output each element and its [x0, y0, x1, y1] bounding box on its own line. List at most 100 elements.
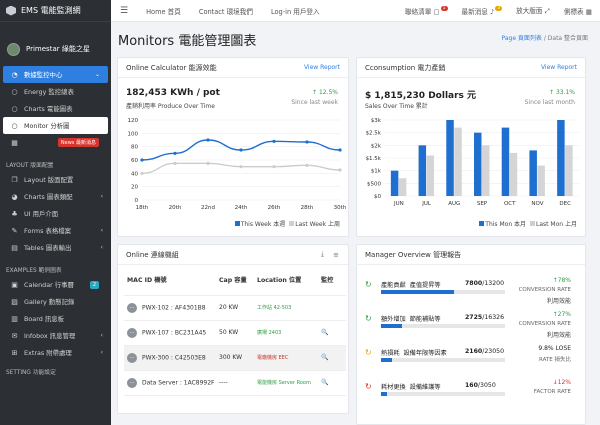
- contacts-link[interactable]: 聯絡清單 ▢ 1: [405, 5, 448, 16]
- sidebar-item-energy[interactable]: ○ Energy 監控總表: [0, 83, 111, 100]
- location-text: 廣場 2403: [257, 330, 282, 336]
- sidebar-item-charts[interactable]: ○ Charts 電能圖表: [0, 100, 111, 117]
- col-location: Location 位置: [254, 265, 318, 296]
- value-current: 2725: [465, 314, 483, 321]
- chevron-left-icon: ‹: [100, 332, 103, 339]
- device-icon: ···: [127, 327, 137, 338]
- table-row[interactable]: ··· PWX-102 : AF4301B8 20 KW 工作站 42-503: [124, 295, 346, 321]
- search-icon[interactable]: 🔍: [321, 329, 328, 336]
- overview-label: 耗材更換 設備維護等: [381, 382, 441, 391]
- data-point: [173, 161, 177, 165]
- label-sub: 產值提昇等: [409, 282, 441, 289]
- location-cell: 電能機房 Server Room: [254, 370, 318, 396]
- mac-id: PWX-102 : AF4301B8: [142, 304, 206, 311]
- overview-value: 2160/23050: [465, 348, 505, 355]
- sidebar-item-board[interactable]: ▥ Board 訊息板: [0, 310, 111, 327]
- expand-icon: ⤢: [544, 7, 550, 15]
- sidebar-item-calendar[interactable]: ▣ Calendar 行事曆 2: [0, 276, 111, 293]
- sidebar-item-extras[interactable]: ⊞ Extras 附帶處理 ‹: [0, 344, 111, 361]
- overview-item: ↻ 額外增加 節能補貼等 2725/16326 ↑27% CONVERSION …: [365, 311, 577, 345]
- mac-id: Data Server : 1AC8992F: [142, 379, 215, 386]
- nav-contact[interactable]: Contact 環境我們: [199, 6, 253, 16]
- bar: [565, 145, 573, 196]
- progress-bar: [381, 392, 505, 396]
- units-table-body: ··· PWX-102 : AF4301B8 20 KW 工作站 42-503 ·…: [124, 295, 346, 396]
- x-tick-label: JUL: [421, 201, 432, 207]
- user-name: Primestar 綠能之星: [26, 45, 90, 53]
- sidebar-item-ui[interactable]: ♣ UI 用戶介面: [0, 205, 111, 222]
- sidebar-item-monitor[interactable]: ○ Monitor 分析圖: [3, 117, 108, 134]
- brand[interactable]: EMS 電能監測網: [0, 0, 111, 22]
- menu-toggle-icon[interactable]: ☰: [120, 6, 128, 16]
- data-point: [239, 148, 243, 152]
- overview-value: 2725/16326: [465, 314, 505, 321]
- data-point: [305, 163, 309, 167]
- sidebar: EMS 電能監測網 Primestar 綠能之星 ◔ 數據監控中心 ⌄ ○ Energ…: [0, 0, 111, 425]
- data-point: [140, 158, 144, 162]
- nav-home[interactable]: Home 首頁: [146, 6, 181, 16]
- col-mac: MAC ID 機號: [124, 265, 216, 296]
- chart-legend: This Mon 本月 Last Mon 上月: [479, 219, 577, 228]
- sidebar-item-tables[interactable]: ▤ Tables 圖表輸出 ‹: [0, 239, 111, 256]
- download-icon[interactable]: ⤓: [321, 250, 324, 259]
- series-line: [141, 162, 341, 175]
- avatar: [7, 42, 20, 56]
- user-profile[interactable]: Primestar 綠能之星: [0, 36, 111, 62]
- card-header: Online 連線機組 ⤓ ≡: [118, 245, 348, 265]
- overview-rate-sub: 利用效能: [546, 332, 571, 339]
- logo-icon: [6, 5, 16, 16]
- news-link[interactable]: 最新消息 ♪ 3: [462, 5, 503, 16]
- label-main: 產能貢獻: [381, 282, 406, 289]
- menu-icon[interactable]: ≡: [333, 251, 339, 259]
- x-tick-label: 18th: [136, 205, 149, 211]
- sidebar-item-dashboard[interactable]: ◔ 數據監控中心 ⌄: [3, 66, 108, 83]
- sidebar-toggle-link[interactable]: 側標表 ▦: [564, 6, 592, 16]
- kpi-subtitle: 產銷利用率 Produce Over Time: [126, 103, 215, 110]
- table-row[interactable]: ··· Data Server : 1AC8992F ---- 電能機房 Serv…: [124, 370, 346, 396]
- device-icon: ···: [127, 377, 137, 388]
- legend-swatch: [289, 221, 295, 226]
- circle-icon: ○: [11, 104, 18, 113]
- monitor-cell[interactable]: 🔍: [318, 320, 346, 346]
- fullscreen-link[interactable]: 放大版面 ⤢: [516, 5, 550, 16]
- data-point: [305, 140, 309, 144]
- view-report-link[interactable]: View Report: [304, 64, 340, 71]
- col-cap: Cap 容量: [216, 265, 254, 296]
- x-tick-label: OCT: [504, 201, 516, 207]
- nav-login[interactable]: Log-in 用戶登入: [271, 6, 320, 16]
- overview-value: 7800/13200: [465, 280, 505, 287]
- sidebar-item-forms[interactable]: ✎ Forms 表格檔案 ‹: [0, 222, 111, 239]
- breadcrumb-link[interactable]: Page 頁面列表: [501, 35, 541, 42]
- online-units-card: Online 連線機組 ⤓ ≡ MAC ID 機號 Cap 容量 Locatio…: [117, 244, 349, 414]
- cap-cell: ----: [216, 370, 254, 396]
- monitor-cell[interactable]: 🔍: [318, 345, 346, 371]
- x-tick-label: JUN: [393, 201, 404, 207]
- sidebar-item-infobox[interactable]: ✉ Infobox 訊息管理 ‹: [0, 327, 111, 344]
- chevron-left-icon: ‹: [100, 244, 103, 251]
- sidebar-item-layout[interactable]: ❐ Layout 版面配置: [0, 171, 111, 188]
- table-row[interactable]: ··· PWX-300 : C42503E8 300 KW 電廠機房 EEC 🔍: [124, 345, 346, 371]
- view-report-link[interactable]: View Report: [541, 64, 577, 71]
- circle-icon: ○: [11, 87, 18, 96]
- cap-cell: 300 KW: [216, 345, 254, 371]
- location-cell: 電廠機房 EEC: [254, 345, 318, 371]
- trend-up: ↑ 33.1%: [548, 89, 575, 96]
- manager-overview-card: Manager Overview 管理報告 ↻ 產能貢獻 產值提昇等 7800/…: [356, 244, 586, 425]
- overview-rate: CONVERSION RATE: [518, 287, 571, 293]
- value-current: 7800: [465, 280, 483, 287]
- overview-rate-sub: 利用效能: [546, 298, 571, 305]
- monitor-cell[interactable]: [318, 295, 346, 321]
- search-icon[interactable]: 🔍: [321, 379, 328, 386]
- monitor-cell[interactable]: 🔍: [318, 370, 346, 396]
- chevron-down-icon: ⌄: [94, 71, 100, 78]
- sidebar-item-charts-config[interactable]: ◕ Charts 圖表類配 ‹: [0, 188, 111, 205]
- data-point: [338, 168, 342, 172]
- data-point: [206, 161, 210, 165]
- y-tick-label: 0: [135, 198, 139, 204]
- sidebar-item-gallery[interactable]: ▨ Gallery 動態記錄: [0, 293, 111, 310]
- overview-item: ↻ 產能貢獻 產值提昇等 7800/13200 ↑78% CONVERSION …: [365, 277, 577, 311]
- sidebar-item-news[interactable]: ▦ News 最新消息: [0, 134, 111, 151]
- search-icon[interactable]: 🔍: [321, 354, 328, 361]
- y-tick-label: $2k: [371, 143, 382, 149]
- table-row[interactable]: ··· PWX-107 : BC231A45 50 KW 廣場 2403 🔍: [124, 320, 346, 346]
